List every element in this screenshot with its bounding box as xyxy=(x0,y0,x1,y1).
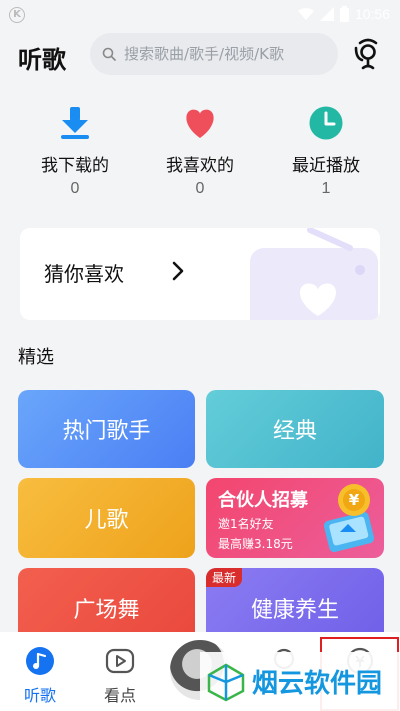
guess-you-like-card[interactable]: 猜你喜欢 xyxy=(20,228,380,320)
clock-icon xyxy=(309,106,343,140)
tab-label: 听歌 xyxy=(23,686,56,705)
guess-you-like-label: 猜你喜欢 xyxy=(44,262,124,286)
search-box[interactable] xyxy=(90,33,338,75)
quick-favorites[interactable]: 我喜欢的 0 xyxy=(140,105,260,198)
partner-text: 合伙人招募 邀1名好友 最高赚3.18元 xyxy=(218,486,308,552)
watermark-logo-icon xyxy=(207,663,245,701)
status-bar: K 10:56 xyxy=(0,0,400,30)
quick-label: 我喜欢的 xyxy=(166,156,234,176)
app-notification-icon: K xyxy=(9,7,25,23)
watermark: 烟云软件园 xyxy=(200,652,400,711)
quick-count: 1 xyxy=(321,180,331,197)
quick-label: 最近播放 xyxy=(292,156,360,176)
wifi-icon xyxy=(297,8,314,20)
status-indicators: 10:56 xyxy=(297,6,390,22)
search-icon xyxy=(102,47,116,61)
header: 听歌 xyxy=(0,30,400,80)
quick-count: 0 xyxy=(70,180,80,197)
new-badge: 最新 xyxy=(206,568,243,587)
partner-subtitle: 最高赚3.18元 xyxy=(218,537,293,551)
download-icon xyxy=(61,107,89,139)
music-note-icon xyxy=(26,647,54,675)
heart-icon xyxy=(186,109,214,138)
quick-label: 我下载的 xyxy=(41,156,109,176)
tile-label: 广场舞 xyxy=(73,598,140,623)
search-input[interactable] xyxy=(124,45,334,63)
signal-icon xyxy=(319,7,334,21)
chevron-right-icon xyxy=(172,261,184,281)
page-title: 听歌 xyxy=(18,46,66,74)
tile-hot-singers[interactable]: 热门歌手 xyxy=(18,390,195,468)
quick-recent[interactable]: 最近播放 1 xyxy=(266,105,386,198)
tile-kids-songs[interactable]: 儿歌 xyxy=(18,478,195,558)
section-title: 精选 xyxy=(18,347,54,368)
partner-subtitle: 邀1名好友 xyxy=(218,517,274,531)
status-time: 10:56 xyxy=(354,6,390,22)
partner-recruit-banner[interactable]: 合伙人招募 邀1名好友 最高赚3.18元 ¥ xyxy=(206,478,384,558)
video-play-icon xyxy=(105,648,135,674)
quick-count: 0 xyxy=(195,180,205,197)
battery-icon xyxy=(339,6,349,22)
quick-downloads[interactable]: 我下载的 0 xyxy=(15,105,135,198)
radio-heart-illustration xyxy=(250,228,378,320)
tile-label: 健康养生 xyxy=(250,598,339,623)
watermark-text: 烟云软件园 xyxy=(252,669,383,699)
coin-symbol: ¥ xyxy=(349,491,360,509)
tile-classic[interactable]: 经典 xyxy=(206,390,384,468)
voice-search-icon[interactable] xyxy=(354,38,382,70)
tab-watch[interactable]: 看点 xyxy=(80,632,160,711)
tab-label: 看点 xyxy=(103,686,136,705)
partner-title: 合伙人招募 xyxy=(218,490,308,511)
tile-label: 热门歌手 xyxy=(62,419,151,444)
coin-phone-illustration: ¥ xyxy=(323,484,375,553)
tile-label: 儿歌 xyxy=(84,508,129,533)
tile-label: 经典 xyxy=(272,419,317,444)
tab-listen[interactable]: 听歌 xyxy=(0,632,80,711)
